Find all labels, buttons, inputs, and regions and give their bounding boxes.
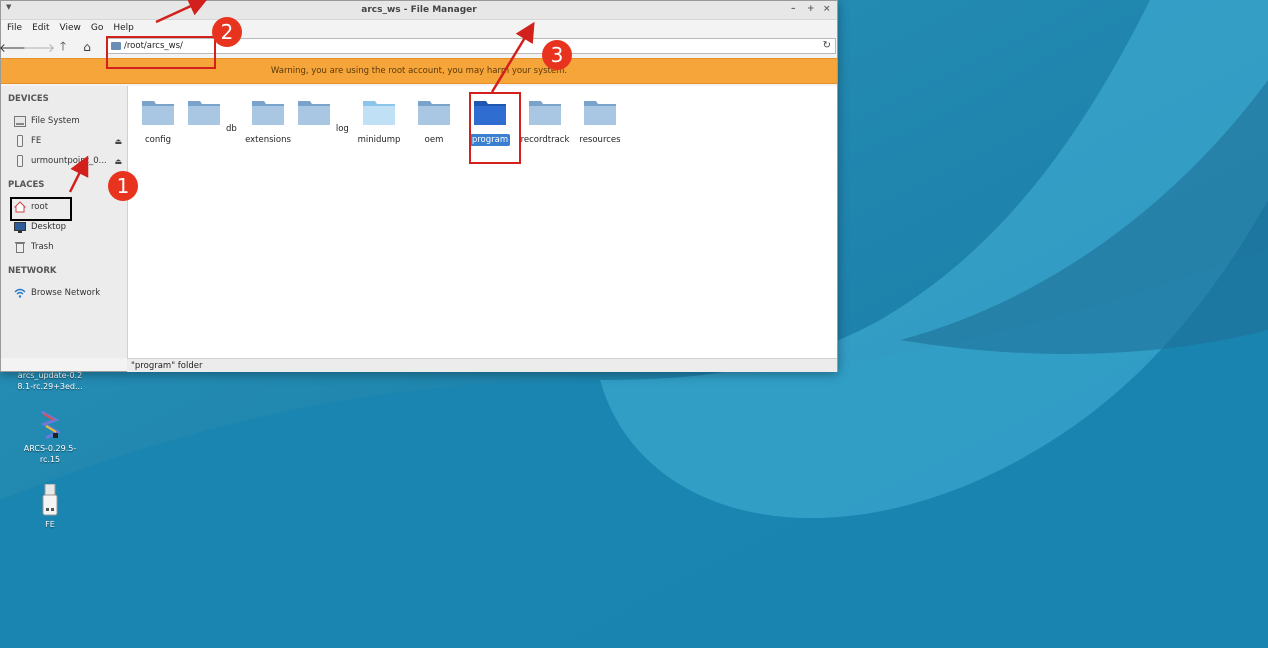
folder-item[interactable]: log xyxy=(296,98,352,135)
folder-item[interactable]: oem xyxy=(406,98,462,146)
sidebar-item-label: File System xyxy=(31,116,80,126)
arcs-app-icon xyxy=(40,410,62,440)
folder-item[interactable]: extensions xyxy=(240,98,296,146)
annotation-box-program xyxy=(469,92,521,164)
annotation-badge-3: 3 xyxy=(542,40,572,70)
folder-item[interactable]: minidump xyxy=(351,98,407,146)
folder-item[interactable]: resources xyxy=(572,98,628,146)
annotation-badge-2: 2 xyxy=(212,17,242,47)
sidebar-heading-places: PLACES xyxy=(8,180,45,190)
sidebar: DEVICES File System FE ⏏ urmountpoint_0.… xyxy=(1,86,128,358)
menu-view[interactable]: View xyxy=(60,23,81,33)
sidebar-item-file-system[interactable]: File System xyxy=(14,113,126,129)
drive-icon xyxy=(14,115,26,127)
folder-label: resources xyxy=(579,135,621,145)
folder-icon xyxy=(529,101,561,125)
desktop-icon-arcs-update[interactable]: arcs_update-0.2 8.1-rc.29+3ed... xyxy=(15,370,85,392)
sidebar-item-urmountpoint[interactable]: urmountpoint_0... ⏏ xyxy=(14,153,126,169)
sidebar-item-label: Browse Network xyxy=(31,288,101,298)
folder-icon xyxy=(363,101,395,125)
sidebar-item-label: Desktop xyxy=(31,222,67,232)
wifi-icon xyxy=(14,288,26,298)
folder-label: log xyxy=(335,124,349,134)
desktop-icon-fe-drive[interactable]: FE xyxy=(15,484,85,530)
menu-go[interactable]: Go xyxy=(91,23,103,33)
folder-label: config xyxy=(144,135,171,145)
annotation-box-root xyxy=(10,197,72,221)
folder-icon xyxy=(188,101,221,125)
folder-label: oem xyxy=(424,135,444,145)
sidebar-item-label: Trash xyxy=(31,242,54,252)
annotation-badge-1: 1 xyxy=(108,171,138,201)
folder-icon xyxy=(584,101,616,125)
reload-icon[interactable]: ↻ xyxy=(823,40,831,51)
desktop-icon-arcs-app[interactable]: ARCS-0.29.5- rc.15 xyxy=(15,410,85,465)
folder-label: extensions xyxy=(245,135,291,145)
usb-drive-icon xyxy=(42,484,58,516)
window-body: DEVICES File System FE ⏏ urmountpoint_0.… xyxy=(1,86,837,358)
menu-edit[interactable]: Edit xyxy=(32,23,49,33)
folder-item[interactable]: recordtrack xyxy=(517,98,573,146)
usb-icon xyxy=(17,135,23,147)
sidebar-heading-devices: DEVICES xyxy=(8,94,49,104)
desktop-icon-label: ARCS-0.29.5- rc.15 xyxy=(23,444,77,464)
window-title: arcs_ws - File Manager xyxy=(361,5,477,15)
eject-icon[interactable]: ⏏ xyxy=(114,137,122,146)
folder-icon xyxy=(252,101,284,125)
sidebar-item-label: urmountpoint_0... xyxy=(31,156,107,166)
sidebar-item-desktop[interactable]: Desktop xyxy=(14,219,126,235)
minimize-button[interactable]: – xyxy=(791,4,796,14)
annotation-box-path xyxy=(106,36,216,69)
back-arrow-icon[interactable]: 🡐 xyxy=(0,39,31,55)
trash-icon xyxy=(15,242,25,253)
sidebar-item-trash[interactable]: Trash xyxy=(14,239,126,255)
up-arrow-icon[interactable]: 🡑 xyxy=(55,39,71,55)
menu-file[interactable]: File xyxy=(7,23,22,33)
folder-item[interactable]: config xyxy=(130,98,186,146)
folder-icon xyxy=(418,101,450,125)
sidebar-item-fe[interactable]: FE ⏏ xyxy=(14,133,126,149)
desktop-icon-label: FE xyxy=(45,520,55,529)
status-bar: "program" folder xyxy=(127,358,837,372)
folder-item[interactable]: db xyxy=(185,98,241,135)
folder-icon xyxy=(142,101,174,125)
sidebar-item-label: FE xyxy=(31,136,42,146)
folder-icon xyxy=(298,101,331,125)
home-icon[interactable]: ⌂ xyxy=(79,39,95,55)
usb-icon xyxy=(17,155,23,167)
title-bar[interactable]: ▼ arcs_ws - File Manager – + × xyxy=(1,1,837,20)
maximize-button[interactable]: + xyxy=(807,4,815,14)
folder-label: db xyxy=(225,124,237,134)
close-button[interactable]: × xyxy=(823,4,831,14)
folder-label: recordtrack xyxy=(520,135,570,145)
desktop-icon xyxy=(14,221,26,233)
folder-label: minidump xyxy=(357,135,401,145)
desktop-icon-label: arcs_update-0.2 8.1-rc.29+3ed... xyxy=(17,371,83,391)
menu-help[interactable]: Help xyxy=(113,23,134,33)
sidebar-heading-network: NETWORK xyxy=(8,266,57,276)
menu-bar: File Edit View Go Help xyxy=(1,20,837,36)
sidebar-item-browse-network[interactable]: Browse Network xyxy=(14,285,126,301)
eject-icon[interactable]: ⏏ xyxy=(114,157,122,166)
forward-arrow-icon[interactable]: 🡒 xyxy=(23,39,55,55)
